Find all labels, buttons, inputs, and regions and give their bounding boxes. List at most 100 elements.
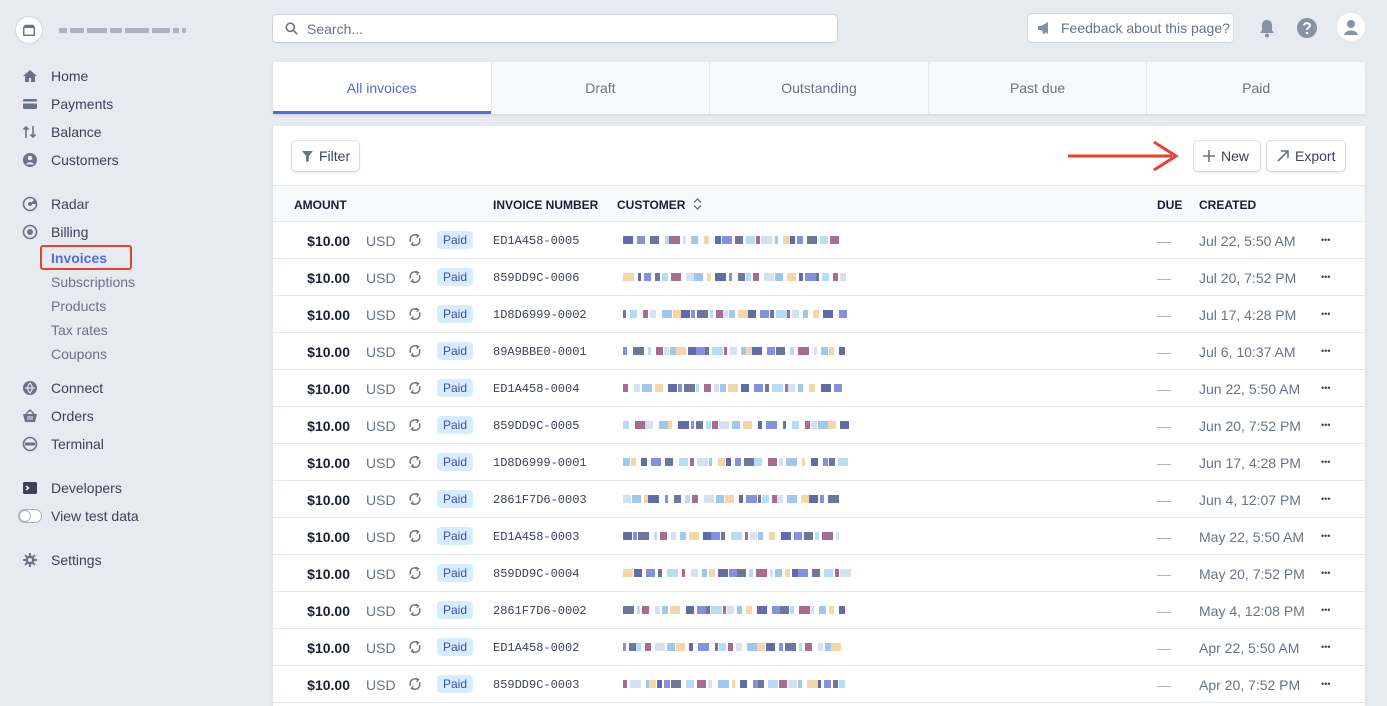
sidebar-subitem-coupons[interactable]: Coupons bbox=[51, 344, 107, 364]
tab-all-invoices[interactable]: All invoices bbox=[273, 62, 491, 114]
column-header-created[interactable]: CREATED bbox=[1199, 198, 1256, 212]
redaction-block bbox=[779, 680, 787, 688]
invoice-number-cell[interactable]: 2861F7D6-0002 bbox=[493, 604, 587, 618]
customer-cell-redacted[interactable] bbox=[613, 273, 853, 283]
tab-past-due[interactable]: Past due bbox=[927, 62, 1147, 114]
customer-cell-redacted[interactable] bbox=[613, 421, 853, 431]
tab-outstanding[interactable]: Outstanding bbox=[709, 62, 928, 114]
table-row[interactable]: $10.00 USD Paid ED1A458-0005 — Jul 22, 5:50 A… bbox=[273, 222, 1365, 259]
account-switcher[interactable] bbox=[15, 16, 186, 44]
table-row[interactable]: $10.00 USD Paid 859DD9C-0005 — Jun 20, 7:52 P… bbox=[273, 407, 1365, 444]
sidebar-item-developers[interactable]: Developers bbox=[22, 478, 122, 498]
sidebar-item-payments[interactable]: Payments bbox=[22, 94, 113, 114]
more-actions-icon[interactable]: ••• bbox=[1321, 642, 1330, 652]
customer-cell-redacted[interactable] bbox=[613, 347, 853, 357]
sidebar-item-settings[interactable]: Settings bbox=[22, 550, 102, 570]
customer-cell-redacted[interactable] bbox=[613, 458, 853, 468]
invoice-number-cell[interactable]: 859DD9C-0006 bbox=[493, 271, 579, 285]
customer-cell-redacted[interactable] bbox=[613, 606, 853, 616]
table-row[interactable]: $10.00 USD Paid 1D8D6999-0001 — Jun 17, 4:28 … bbox=[273, 444, 1365, 481]
more-actions-icon[interactable]: ••• bbox=[1321, 346, 1330, 356]
redaction-block bbox=[635, 421, 645, 429]
column-header-invoice-number[interactable]: INVOICE NUMBER bbox=[493, 198, 598, 212]
redaction-block bbox=[737, 569, 746, 577]
more-actions-icon[interactable]: ••• bbox=[1321, 383, 1330, 393]
invoice-number-cell[interactable]: ED1A458-0003 bbox=[493, 530, 579, 544]
more-actions-icon[interactable]: ••• bbox=[1321, 309, 1330, 319]
customer-cell-redacted[interactable] bbox=[613, 569, 853, 579]
invoice-number-cell[interactable]: 1D8D6999-0001 bbox=[493, 456, 587, 470]
more-actions-icon[interactable]: ••• bbox=[1321, 605, 1330, 615]
table-row[interactable]: $10.00 USD Paid 2861F7D6-0002 — May 4, 12:08 … bbox=[273, 592, 1365, 629]
toggle-icon[interactable] bbox=[18, 508, 42, 524]
table-row[interactable]: $10.00 USD Paid 89A9BBE0-0001 — Jul 6, 10:37 … bbox=[273, 333, 1365, 370]
table-row[interactable]: $10.00 USD Paid ED1A458-0004 — Jun 22, 5:50 A… bbox=[273, 370, 1365, 407]
more-actions-icon[interactable]: ••• bbox=[1321, 272, 1330, 282]
search-input[interactable] bbox=[305, 19, 809, 38]
sidebar-subitem-tax-rates[interactable]: Tax rates bbox=[51, 320, 108, 340]
more-actions-icon[interactable]: ••• bbox=[1321, 235, 1330, 245]
invoice-number-cell[interactable]: ED1A458-0005 bbox=[493, 234, 579, 248]
sidebar-subitem-products[interactable]: Products bbox=[51, 296, 106, 316]
customer-cell-redacted[interactable] bbox=[613, 495, 853, 505]
redaction-block bbox=[630, 680, 641, 688]
redaction-block bbox=[691, 310, 695, 318]
invoice-number-cell[interactable]: ED1A458-0002 bbox=[493, 641, 579, 655]
annotation-arrow-icon bbox=[1068, 140, 1179, 172]
redaction-block bbox=[798, 680, 802, 688]
table-row[interactable]: $10.00 USD Paid ED1A458-0002 — Apr 22, 5:50 A… bbox=[273, 629, 1365, 666]
invoice-number-cell[interactable]: 2861F7D6-0003 bbox=[493, 493, 587, 507]
more-actions-icon[interactable]: ••• bbox=[1321, 494, 1330, 504]
invoice-number-cell[interactable]: 1D8D6999-0002 bbox=[493, 308, 587, 322]
sidebar-item-radar[interactable]: Radar bbox=[22, 194, 89, 214]
invoice-number-cell[interactable]: 859DD9C-0004 bbox=[493, 567, 579, 581]
new-invoice-button[interactable]: New bbox=[1194, 141, 1261, 171]
more-actions-icon[interactable]: ••• bbox=[1321, 457, 1330, 467]
export-button[interactable]: Export bbox=[1267, 141, 1346, 171]
filter-button[interactable]: Filter bbox=[292, 141, 360, 171]
sidebar-item-view-test-data[interactable]: View test data bbox=[18, 506, 139, 526]
customer-cell-redacted[interactable] bbox=[613, 680, 853, 690]
invoice-number-cell[interactable]: 859DD9C-0003 bbox=[493, 678, 579, 692]
redaction-block bbox=[745, 532, 748, 540]
sidebar-item-terminal[interactable]: Terminal bbox=[22, 434, 104, 454]
sidebar-item-home[interactable]: Home bbox=[22, 66, 88, 86]
bell-icon[interactable] bbox=[1255, 16, 1279, 40]
more-actions-icon[interactable]: ••• bbox=[1321, 420, 1330, 430]
column-header-amount[interactable]: AMOUNT bbox=[294, 198, 347, 212]
invoice-number-cell[interactable]: ED1A458-0004 bbox=[493, 382, 579, 396]
status-badge: Paid bbox=[437, 638, 474, 656]
help-icon[interactable] bbox=[1295, 16, 1319, 40]
customer-cell-redacted[interactable] bbox=[613, 532, 853, 542]
tab-paid[interactable]: Paid bbox=[1146, 62, 1365, 114]
column-header-due[interactable]: DUE bbox=[1157, 198, 1182, 212]
sidebar-subitem-subscriptions[interactable]: Subscriptions bbox=[51, 272, 135, 292]
more-actions-icon[interactable]: ••• bbox=[1321, 568, 1330, 578]
sidebar-item-billing[interactable]: Billing bbox=[22, 222, 88, 242]
sidebar-item-balance[interactable]: Balance bbox=[22, 122, 102, 142]
avatar-icon[interactable] bbox=[1337, 13, 1365, 41]
redaction-block bbox=[729, 569, 737, 577]
invoice-number-cell[interactable]: 859DD9C-0005 bbox=[493, 419, 579, 433]
more-actions-icon[interactable]: ••• bbox=[1321, 531, 1330, 541]
sidebar-item-orders[interactable]: Orders bbox=[22, 406, 94, 426]
customer-cell-redacted[interactable] bbox=[613, 643, 853, 653]
table-row[interactable]: $10.00 USD Paid 859DD9C-0004 — May 20, 7:52 P… bbox=[273, 555, 1365, 592]
tab-draft[interactable]: Draft bbox=[490, 62, 710, 114]
more-actions-icon[interactable]: ••• bbox=[1321, 679, 1330, 689]
feedback-button[interactable]: Feedback about this page? bbox=[1028, 14, 1233, 42]
customer-cell-redacted[interactable] bbox=[613, 384, 853, 394]
table-row[interactable]: $10.00 USD Paid 2861F7D6-0003 — Jun 4, 12:07 … bbox=[273, 481, 1365, 518]
table-row[interactable]: $10.00 USD Paid ED1A458-0003 — May 22, 5:50 A… bbox=[273, 518, 1365, 555]
search-bar[interactable] bbox=[273, 15, 837, 42]
sidebar-item-customers[interactable]: Customers bbox=[22, 150, 119, 170]
invoice-number-cell[interactable]: 89A9BBE0-0001 bbox=[493, 345, 587, 359]
customer-cell-redacted[interactable] bbox=[613, 310, 853, 320]
table-row[interactable]: $10.00 USD Paid 1D8D6999-0002 — Jul 17, 4:28 … bbox=[273, 296, 1365, 333]
table-row[interactable]: $10.00 USD Paid 859DD9C-0003— Apr 20, 7:52 P… bbox=[273, 666, 1365, 703]
redaction-block bbox=[623, 384, 628, 392]
customer-cell-redacted[interactable] bbox=[613, 236, 853, 246]
column-header-customer[interactable]: CUSTOMER bbox=[617, 198, 702, 212]
table-row[interactable]: $10.00 USD Paid 859DD9C-0006 — Jul 20, 7:52 P… bbox=[273, 259, 1365, 296]
sidebar-item-connect[interactable]: Connect bbox=[22, 378, 103, 398]
